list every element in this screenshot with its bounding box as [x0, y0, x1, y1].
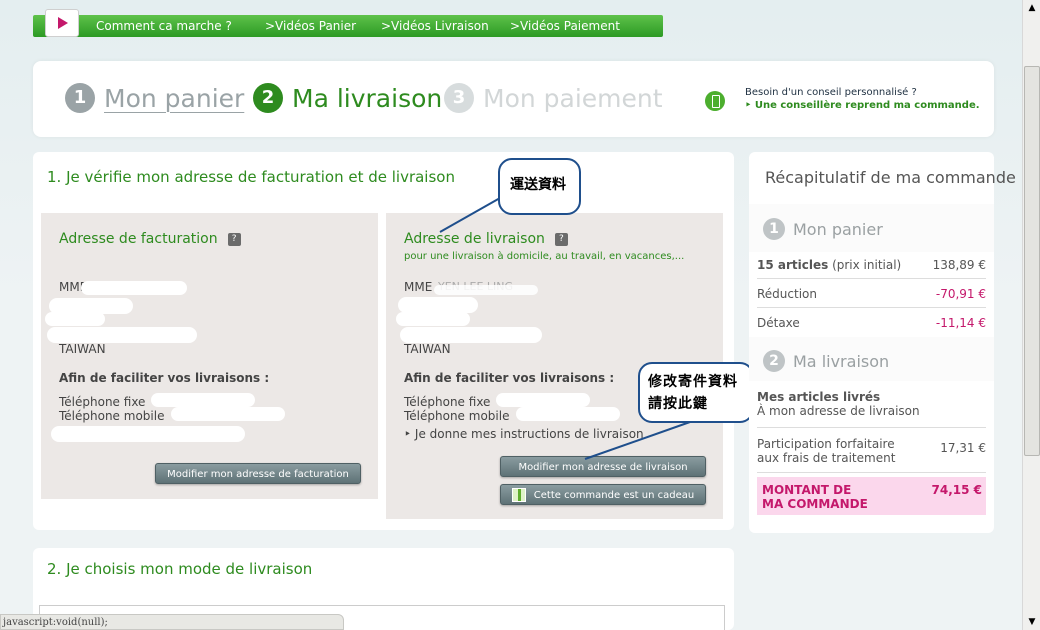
step-number: 2 [763, 350, 785, 372]
detaxe-value: -11,14 € [935, 316, 986, 330]
articles-value: 138,89 € [932, 258, 986, 272]
section-title: 2. Je choisis mon mode de livraison [47, 560, 313, 578]
step-label: Ma livraison [793, 351, 890, 371]
participation-line1: Participation forfaitaire [757, 437, 895, 451]
participation-label: Participation forfaitaire aux frais de tr… [757, 437, 895, 465]
detaxe-label: Détaxe [757, 316, 800, 330]
step-label: Mon panier [793, 219, 883, 239]
total-value: 74,15 € [931, 483, 982, 497]
vertical-scrollbar[interactable]: ▲ ▼ [1022, 0, 1040, 630]
summary-title: Récapitulatif de ma commande [765, 168, 1016, 187]
articles-label: 15 articles (prix initial) [757, 258, 901, 272]
modify-address-callout: 修改寄件資料請按此鍵 [638, 362, 754, 423]
delivered-sub-text: À mon adresse de livraison [757, 404, 920, 418]
articles-note: (prix initial) [832, 258, 902, 272]
scroll-thumb[interactable] [1024, 66, 1040, 456]
total-label: MONTANT DE MA COMMANDE [762, 483, 868, 511]
total-line1: MONTANT DE [762, 483, 852, 497]
scroll-down-icon[interactable]: ▼ [1024, 614, 1040, 630]
delivery-info-callout: 運送資料 [498, 158, 581, 215]
order-total: MONTANT DE MA COMMANDE 74,15 € [757, 477, 986, 515]
participation-value: 17,31 € [940, 441, 986, 455]
step-number: 1 [763, 218, 785, 240]
reduction-label: Réduction [757, 287, 817, 301]
summary-step-livraison: 2 Ma livraison [763, 350, 889, 372]
articles-count: 15 articles [757, 258, 829, 272]
participation-line2: aux frais de traitement [757, 451, 896, 465]
summary-step-panier: 1 Mon panier [763, 218, 883, 240]
status-bar: javascript:void(null); [0, 614, 344, 630]
total-line2: MA COMMANDE [762, 497, 868, 511]
divider [757, 427, 986, 428]
divider [757, 307, 986, 308]
delivered-title-text: Mes articles livrés [757, 390, 881, 404]
callout-pointer [439, 197, 501, 233]
divider [757, 278, 986, 279]
callout-pointer [584, 421, 691, 460]
scroll-up-icon[interactable]: ▲ [1024, 0, 1040, 16]
divider [757, 472, 986, 473]
reduction-value: -70,91 € [935, 287, 986, 301]
order-summary: Récapitulatif de ma commande 1 Mon panie… [749, 152, 1016, 533]
